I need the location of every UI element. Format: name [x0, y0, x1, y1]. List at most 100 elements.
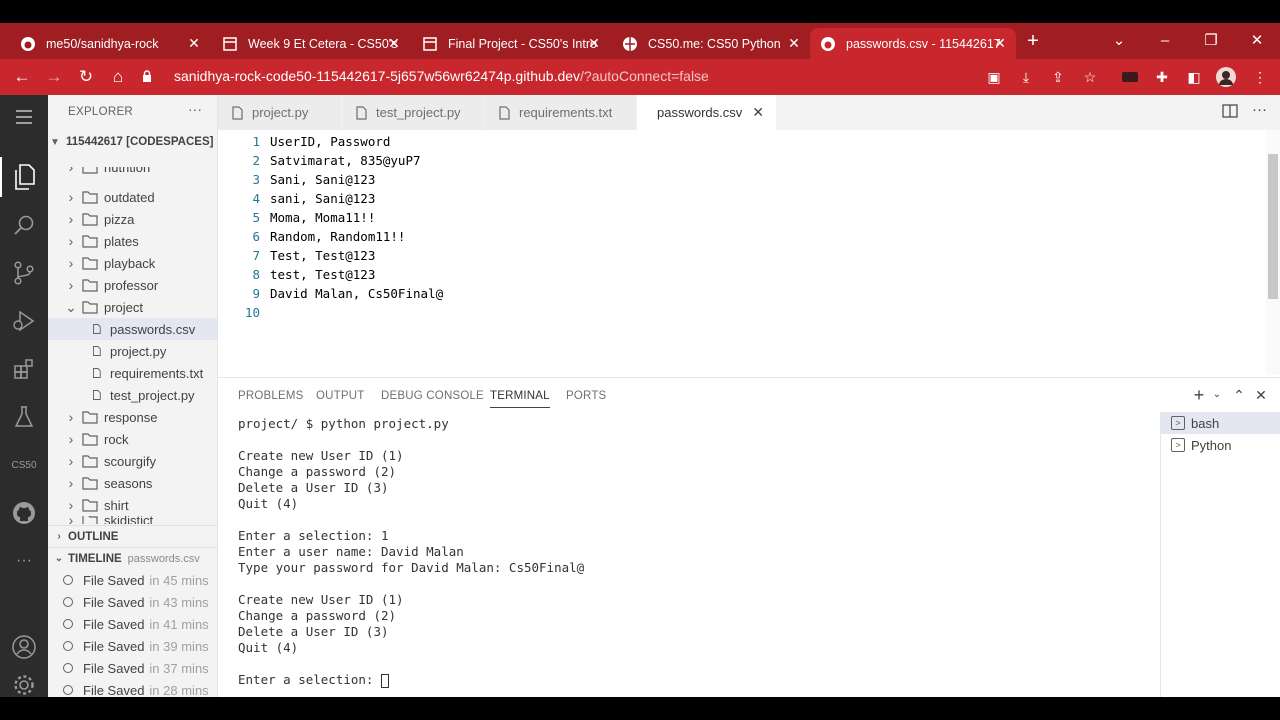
- panel-tab-terminal[interactable]: TERMINAL: [490, 390, 550, 408]
- scrollbar-thumb[interactable]: [1268, 154, 1278, 299]
- code-line[interactable]: 7 Test, Test@123: [218, 246, 1266, 265]
- download-icon[interactable]: ⤓: [1016, 67, 1036, 87]
- browser-tab-final-project[interactable]: Final Project - CS50's Intro ✕: [412, 28, 610, 59]
- more-actions-icon[interactable]: ···: [188, 101, 202, 117]
- folder-partial[interactable]: › skidistict: [48, 516, 217, 524]
- tab-project-py[interactable]: project.py: [218, 95, 342, 130]
- browser-tab-me50[interactable]: me50/sanidhya-rock ✕: [10, 28, 210, 59]
- reload-icon[interactable]: ↻: [74, 65, 98, 89]
- panel-tab-debug-console[interactable]: DEBUG CONSOLE: [381, 390, 484, 402]
- close-icon[interactable]: ✕: [786, 35, 802, 51]
- chevron-down-icon[interactable]: ⌄: [1208, 386, 1226, 404]
- folder-response[interactable]: › response: [48, 406, 217, 428]
- file-passwords-csv[interactable]: passwords.csv: [48, 318, 217, 340]
- source-control-icon[interactable]: [0, 253, 48, 293]
- file-requirements-txt[interactable]: requirements.txt: [48, 362, 217, 384]
- panel-tab-output[interactable]: OUTPUT: [316, 390, 364, 402]
- folder-playback[interactable]: › playback: [48, 252, 217, 274]
- code-line[interactable]: 4 sani, Sani@123: [218, 189, 1266, 208]
- folder-plates[interactable]: › plates: [48, 230, 217, 252]
- close-icon[interactable]: ✕: [752, 104, 764, 121]
- more-actions-icon[interactable]: ···: [1252, 101, 1267, 118]
- tab-test-project-py[interactable]: test_project.py: [342, 95, 485, 130]
- run-debug-icon[interactable]: [0, 301, 48, 341]
- avatar[interactable]: [1216, 67, 1236, 87]
- code-line[interactable]: 6 Random, Random11!!: [218, 227, 1266, 246]
- lock-icon[interactable]: [140, 66, 154, 90]
- new-terminal-icon[interactable]: +: [1190, 386, 1208, 404]
- code-line[interactable]: 1 UserID, Password: [218, 132, 1266, 151]
- window-close-icon[interactable]: ✕: [1242, 29, 1272, 53]
- close-icon[interactable]: ✕: [586, 35, 602, 51]
- folder-pizza[interactable]: › pizza: [48, 208, 217, 230]
- settings-gear-icon[interactable]: [0, 673, 48, 697]
- folder-seasons[interactable]: › seasons: [48, 472, 217, 494]
- share-icon[interactable]: ⇪: [1048, 67, 1068, 87]
- panel-tab-problems[interactable]: PROBLEMS: [238, 390, 304, 402]
- menu-dots-icon[interactable]: ⋮: [1250, 67, 1270, 87]
- cs50-icon[interactable]: CS50: [0, 445, 48, 485]
- code-line[interactable]: 10: [218, 303, 1266, 322]
- code-line[interactable]: 5 Moma, Moma11!!: [218, 208, 1266, 227]
- close-icon[interactable]: ✕: [386, 35, 402, 51]
- timeline-entry[interactable]: File Saved in 43 mins: [48, 591, 217, 613]
- folder-scourgify[interactable]: › scourgify: [48, 450, 217, 472]
- browser-tab-cs50-python[interactable]: CS50.me: CS50 Python ✕: [612, 28, 810, 59]
- timeline-entry[interactable]: File Saved in 28 mins: [48, 679, 217, 697]
- chevron-down-icon[interactable]: ⌄: [1104, 29, 1134, 53]
- folder-shirt[interactable]: › shirt: [48, 494, 217, 516]
- file-project-py[interactable]: project.py: [48, 340, 217, 362]
- code-line[interactable]: 3 Sani, Sani@123: [218, 170, 1266, 189]
- tab-requirements-txt[interactable]: requirements.txt: [485, 95, 637, 130]
- code-line[interactable]: 2 Satvimarat, 835@yuP7: [218, 151, 1266, 170]
- folder-professor[interactable]: › professor: [48, 274, 217, 296]
- code-line[interactable]: 9 David Malan, Cs50Final@: [218, 284, 1266, 303]
- folder-rock[interactable]: › rock: [48, 428, 217, 450]
- outline-section[interactable]: › OUTLINE: [48, 525, 217, 547]
- address-bar[interactable]: sanidhya-rock-code50-115442617-5j657w56w…: [174, 68, 709, 84]
- close-icon[interactable]: ✕: [992, 35, 1008, 51]
- sidepanel-icon[interactable]: ◧: [1184, 67, 1204, 87]
- testing-flask-icon[interactable]: [0, 397, 48, 437]
- file-test_project-py[interactable]: test_project.py: [48, 384, 217, 406]
- new-tab-button[interactable]: +: [1018, 29, 1048, 53]
- folder-project[interactable]: ⌄ project: [48, 296, 217, 318]
- folder-outdated[interactable]: › outdated: [48, 186, 217, 208]
- back-arrow-icon[interactable]: ←: [10, 65, 34, 89]
- terminal-output[interactable]: project/ $ python project.py Create new U…: [238, 416, 584, 688]
- browser-tab-passwords[interactable]: passwords.csv - 115442617 ✕: [810, 28, 1016, 59]
- panel-tab-ports[interactable]: PORTS: [566, 390, 606, 402]
- folder-nutrition[interactable]: › nutrition: [48, 167, 217, 177]
- github-icon[interactable]: [0, 493, 48, 533]
- close-icon[interactable]: ✕: [186, 35, 202, 51]
- code-line[interactable]: 8 test, Test@123: [218, 265, 1266, 284]
- hamburger-menu-icon[interactable]: [0, 97, 48, 137]
- account-icon[interactable]: [0, 627, 48, 667]
- tab-passwords-csv[interactable]: passwords.csv ✕: [637, 95, 777, 130]
- search-icon[interactable]: [0, 205, 48, 245]
- extensions-icon[interactable]: [0, 349, 48, 389]
- terminal-prompt-line[interactable]: Enter a selection:: [238, 672, 584, 688]
- timeline-entry[interactable]: File Saved in 45 mins: [48, 569, 217, 591]
- workspace-header[interactable]: ▼ 115442617 [CODESPACES]: [48, 131, 217, 153]
- browser-tab-week9[interactable]: Week 9 Et Cetera - CS50's ✕: [212, 28, 410, 59]
- timeline-entry[interactable]: File Saved in 37 mins: [48, 657, 217, 679]
- puzzle-icon[interactable]: ✚: [1152, 67, 1172, 87]
- split-editor-icon[interactable]: [1222, 103, 1240, 121]
- terminal-session-bash[interactable]: > bash: [1161, 412, 1280, 434]
- minimize-icon[interactable]: –: [1150, 29, 1180, 53]
- explorer-icon[interactable]: [0, 157, 48, 197]
- home-icon[interactable]: ⌂: [106, 65, 130, 89]
- forward-arrow-icon[interactable]: →: [42, 65, 66, 89]
- maximize-panel-icon[interactable]: ⌃: [1230, 386, 1248, 404]
- bookmark-star-icon[interactable]: ☆: [1080, 67, 1100, 87]
- timeline-entry[interactable]: File Saved in 41 mins: [48, 613, 217, 635]
- editor-scrollbar[interactable]: [1266, 130, 1280, 375]
- close-panel-icon[interactable]: ✕: [1252, 386, 1270, 404]
- install-app-icon[interactable]: ▣: [984, 67, 1004, 87]
- timeline-entry[interactable]: File Saved in 39 mins: [48, 635, 217, 657]
- terminal-session-python[interactable]: > Python: [1161, 434, 1280, 456]
- timeline-section[interactable]: ⌄ TIMELINE passwords.csv: [48, 547, 217, 569]
- extension-icon[interactable]: [1120, 67, 1140, 87]
- more-dots-icon[interactable]: ···: [0, 541, 48, 581]
